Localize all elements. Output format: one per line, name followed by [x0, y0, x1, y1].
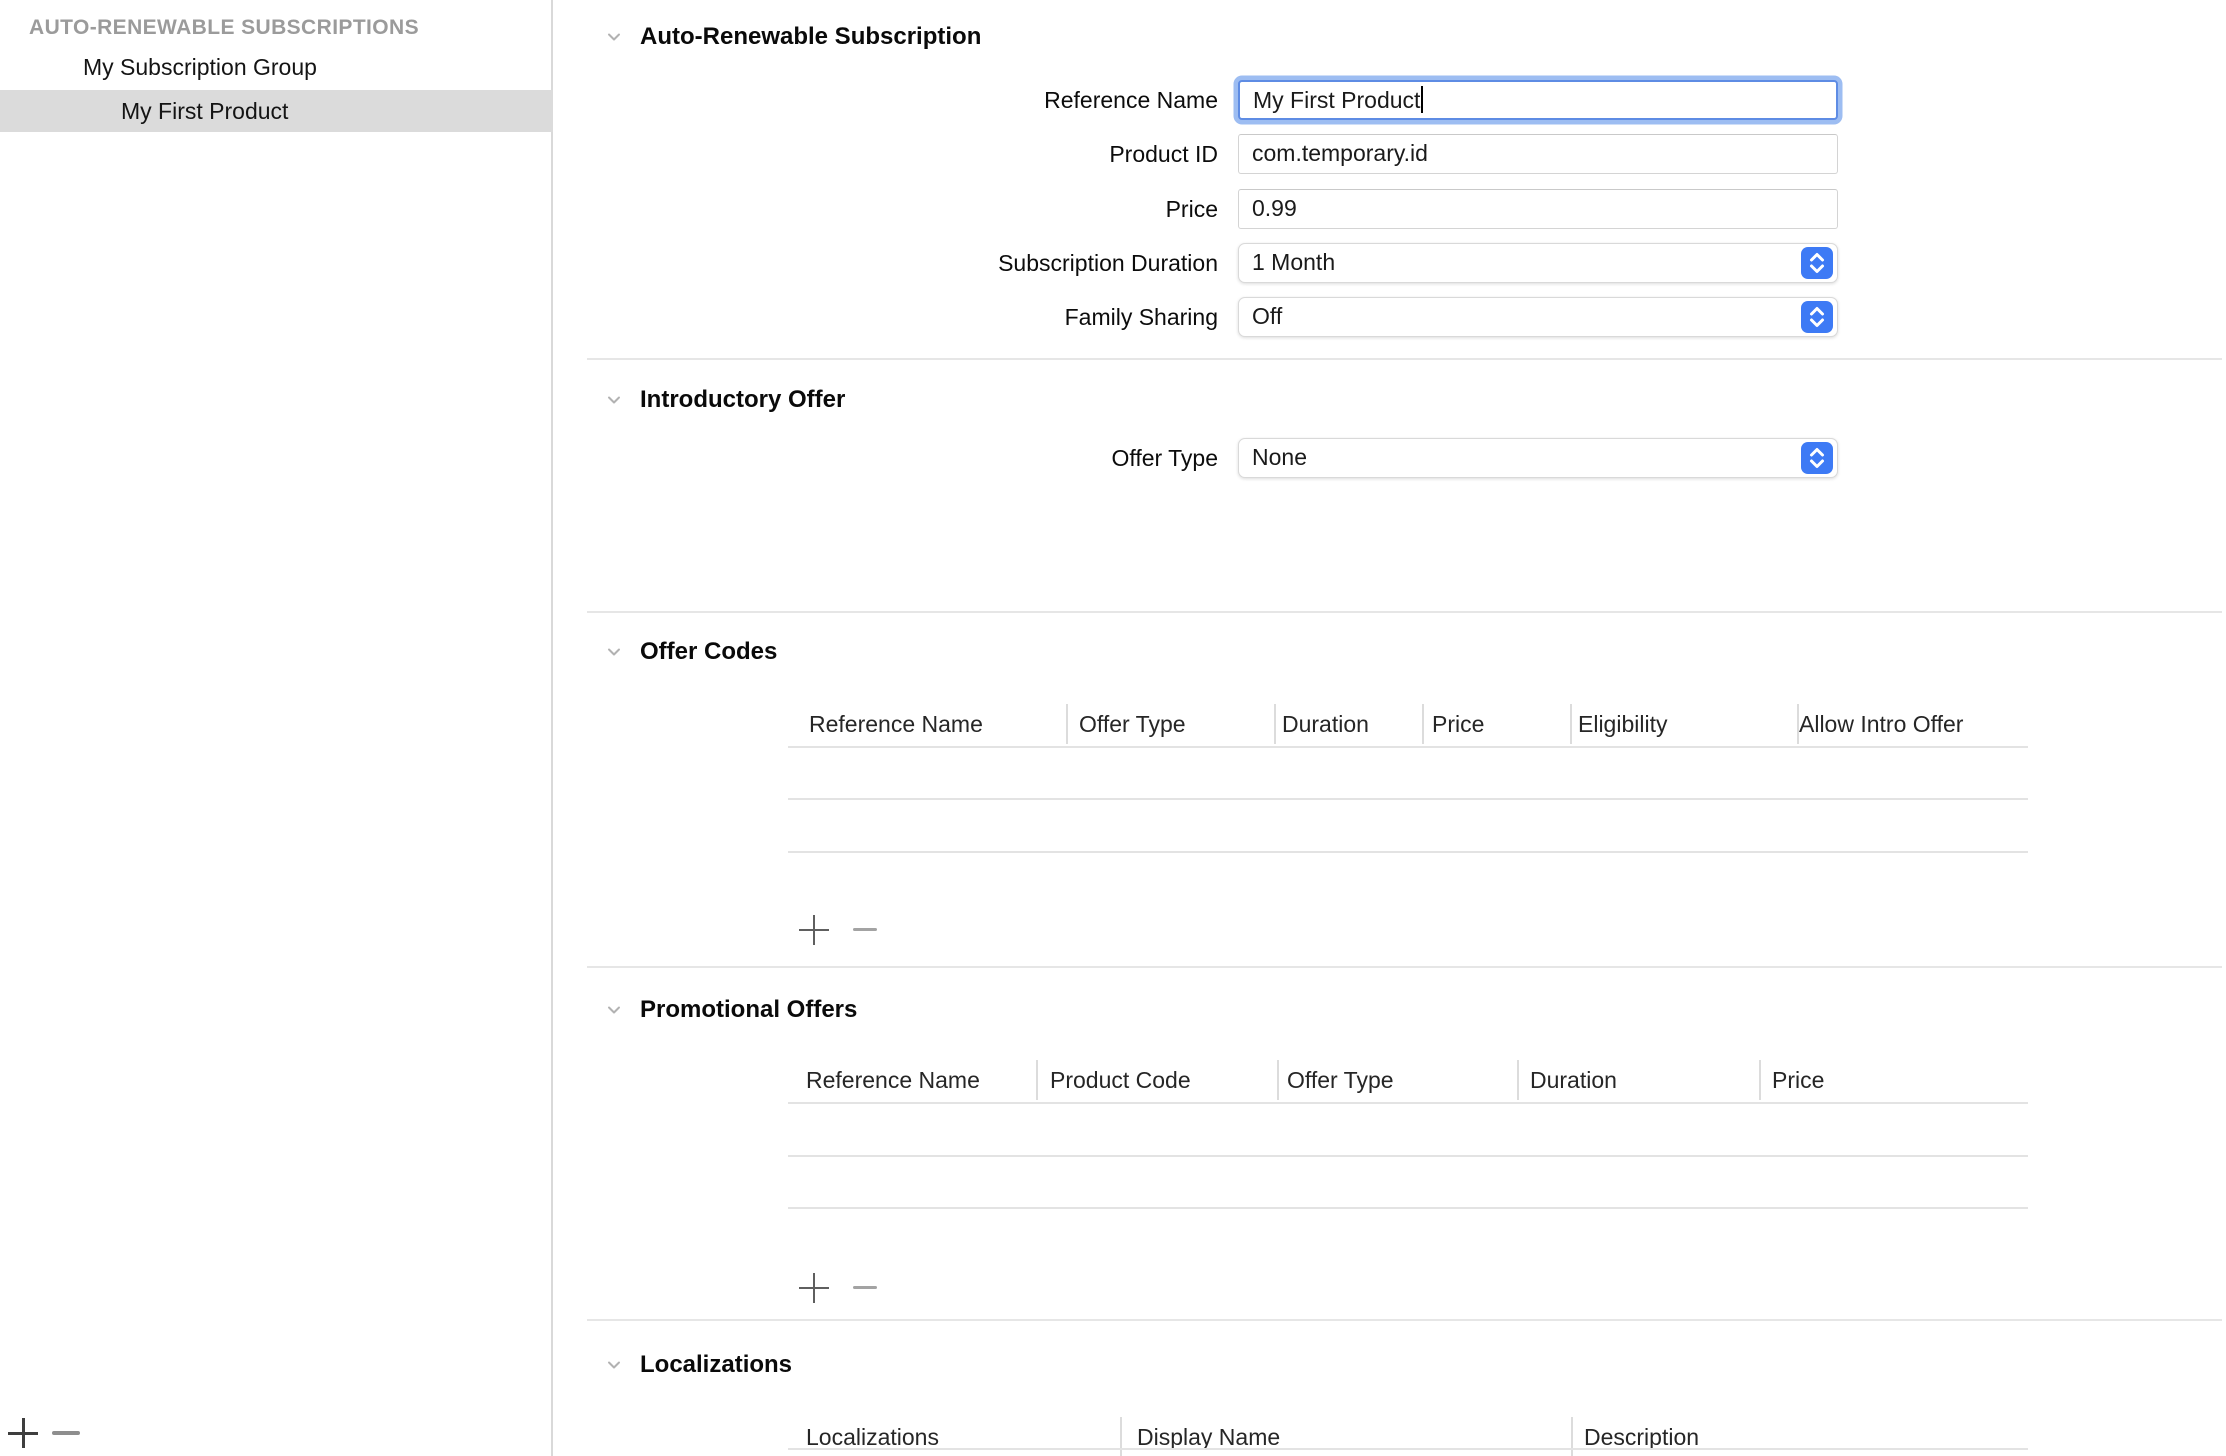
section-title-promotional-offers: Promotional Offers: [640, 995, 857, 1025]
popup-stepper-icon: [1801, 247, 1833, 279]
table-line: [788, 1102, 2028, 1104]
section-divider: [587, 1319, 2222, 1321]
reference-name-label: Reference Name: [895, 80, 1218, 120]
family-sharing-value: Off: [1252, 303, 1282, 329]
subscription-duration-label: Subscription Duration: [895, 243, 1218, 283]
table-line: [788, 851, 2028, 853]
product-id-value: com.temporary.id: [1252, 140, 1428, 166]
sidebar-bottom-bar: [0, 1404, 553, 1456]
column-separator: [1570, 704, 1572, 744]
column-header[interactable]: Price: [1772, 1058, 1824, 1102]
reference-name-input[interactable]: My First Product: [1238, 80, 1838, 120]
table-line: [788, 1207, 2028, 1209]
add-offer-code-button[interactable]: [799, 915, 829, 945]
section-divider: [587, 611, 2222, 613]
price-label: Price: [895, 189, 1218, 229]
column-separator: [1274, 704, 1276, 744]
sidebar: AUTO-RENEWABLE SUBSCRIPTIONS My Subscrip…: [0, 0, 553, 1456]
add-product-button[interactable]: [8, 1418, 38, 1448]
storekit-config-editor: AUTO-RENEWABLE SUBSCRIPTIONS My Subscrip…: [0, 0, 2226, 1456]
offer-type-select[interactable]: None: [1238, 438, 1838, 478]
family-sharing-select[interactable]: Off: [1238, 297, 1838, 337]
section-title-introductory-offer: Introductory Offer: [640, 385, 845, 415]
remove-product-button[interactable]: [52, 1431, 80, 1435]
column-separator: [1517, 1060, 1519, 1100]
offer-type-label: Offer Type: [895, 438, 1218, 478]
chevron-down-icon[interactable]: [603, 999, 625, 1021]
column-header[interactable]: Offer Type: [1079, 702, 1186, 746]
reference-name-value: My First Product: [1253, 87, 1420, 113]
remove-offer-code-button[interactable]: [853, 928, 877, 931]
column-separator: [1036, 1060, 1038, 1100]
popup-stepper-icon: [1801, 301, 1833, 333]
column-header[interactable]: Reference Name: [809, 702, 983, 746]
section-title-subscription: Auto-Renewable Subscription: [640, 22, 981, 52]
column-separator: [1797, 704, 1799, 744]
chevron-down-icon[interactable]: [603, 389, 625, 411]
remove-promotional-offer-button[interactable]: [853, 1286, 877, 1289]
product-id-label: Product ID: [895, 134, 1218, 174]
column-header[interactable]: Duration: [1282, 702, 1369, 746]
subscription-duration-select[interactable]: 1 Month: [1238, 243, 1838, 283]
text-caret: [1421, 86, 1423, 113]
add-promotional-offer-button[interactable]: [799, 1273, 829, 1303]
sidebar-item-first-product[interactable]: My First Product: [0, 90, 553, 132]
section-title-localizations: Localizations: [640, 1350, 792, 1380]
offer-type-value: None: [1252, 444, 1307, 470]
table-line: [788, 1155, 2028, 1157]
column-separator: [1277, 1060, 1279, 1100]
price-input[interactable]: 0.99: [1238, 189, 1838, 229]
section-title-offer-codes: Offer Codes: [640, 637, 777, 667]
column-header[interactable]: Reference Name: [806, 1058, 980, 1102]
chevron-down-icon[interactable]: [603, 1354, 625, 1376]
table-line: [788, 798, 2028, 800]
column-header[interactable]: Eligibility: [1578, 702, 1667, 746]
column-header[interactable]: Duration: [1530, 1058, 1617, 1102]
section-divider: [587, 966, 2222, 968]
popup-stepper-icon: [1801, 442, 1833, 474]
subscription-duration-value: 1 Month: [1252, 249, 1335, 275]
column-header[interactable]: Allow Intro Offer: [1799, 702, 1963, 746]
column-separator: [1066, 704, 1068, 744]
column-header[interactable]: Price: [1432, 702, 1484, 746]
table-line: [788, 746, 2028, 748]
column-separator: [1759, 1060, 1761, 1100]
main-content: Auto-Renewable Subscription Reference Na…: [555, 0, 2226, 1456]
section-divider: [587, 358, 2222, 360]
product-id-input[interactable]: com.temporary.id: [1238, 134, 1838, 174]
column-separator: [1120, 1417, 1122, 1456]
column-separator: [1422, 704, 1424, 744]
chevron-down-icon[interactable]: [603, 641, 625, 663]
family-sharing-label: Family Sharing: [895, 297, 1218, 337]
chevron-down-icon[interactable]: [603, 26, 625, 48]
price-value: 0.99: [1252, 195, 1297, 221]
column-header[interactable]: Product Code: [1050, 1058, 1191, 1102]
sidebar-group-header: AUTO-RENEWABLE SUBSCRIPTIONS: [29, 14, 419, 42]
sidebar-item-subscription-group[interactable]: My Subscription Group: [0, 46, 553, 88]
column-separator: [1571, 1417, 1573, 1456]
table-line: [788, 1448, 2028, 1450]
column-header[interactable]: Offer Type: [1287, 1058, 1394, 1102]
